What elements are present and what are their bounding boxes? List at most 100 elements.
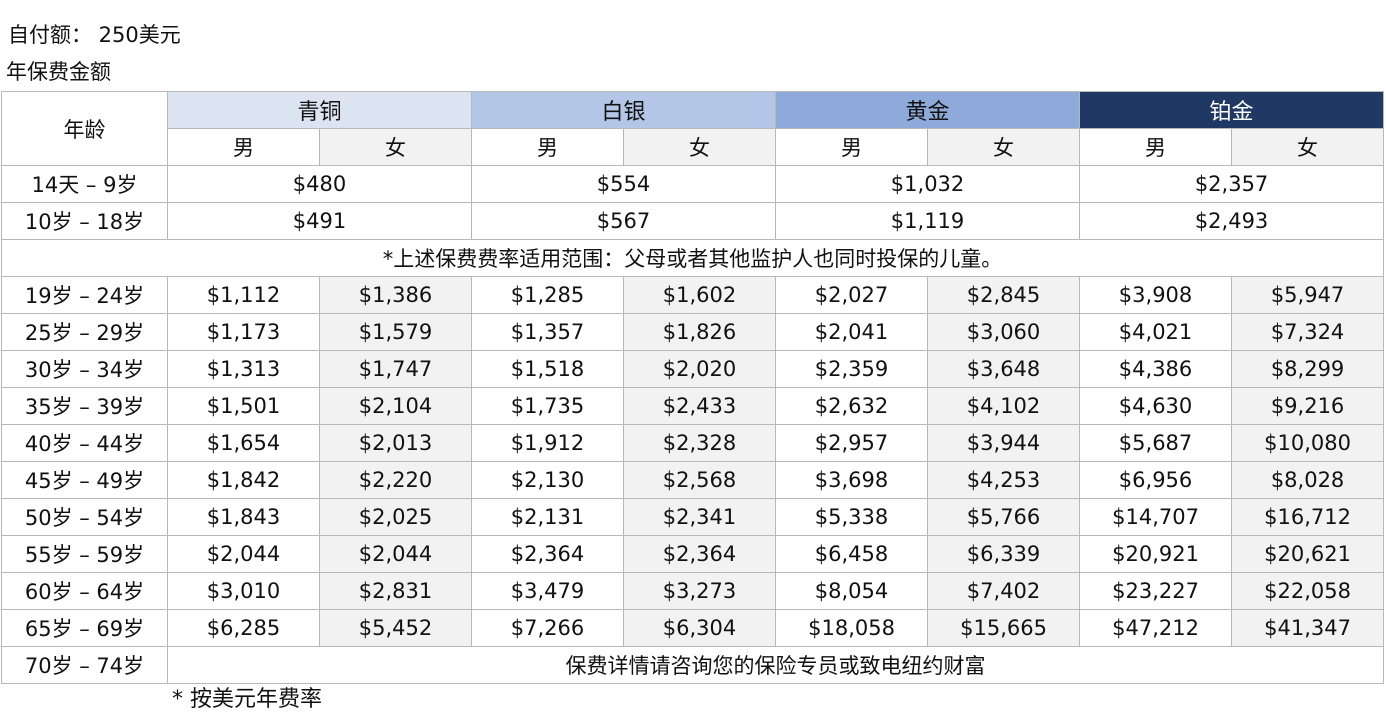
gender-header-male: 男 (167, 128, 320, 166)
rate-cell-male: $2,359 (775, 350, 929, 388)
rate-cell-male: $1,173 (167, 313, 320, 351)
footnote: * 按美元年费率 (172, 687, 322, 712)
rate-cell-male: $3,698 (775, 461, 929, 499)
rate-cell-female: $4,253 (927, 461, 1081, 499)
rate-cell-female: $2,044 (318, 535, 473, 573)
rate-cell-male: $1,842 (167, 461, 320, 499)
tier-header-silver: 白银 (471, 91, 777, 129)
rate-cell-male: $3,010 (167, 572, 320, 610)
premium-table: 年龄 青铜 白银 黄金 铂金 男 女 男 女 男 女 男 女 14天 – 9岁 $… (0, 91, 1385, 684)
rate-cell: $2,493 (1079, 202, 1385, 240)
rate-cell-male: $1,285 (471, 276, 625, 314)
rate-cell-male: $2,027 (775, 276, 929, 314)
age-cell: 60岁 – 64岁 (1, 572, 168, 610)
rate-cell-male: $4,630 (1079, 387, 1233, 425)
rate-cell-male: $2,632 (775, 387, 929, 425)
rate-cell-male: $2,957 (775, 424, 929, 462)
gender-header-row: 男 女 男 女 男 女 男 女 (2, 128, 1385, 166)
rate-cell-female: $3,944 (927, 424, 1081, 462)
table-row: 50岁 – 54岁 $1,843 $2,025 $2,131 $2,341 $5,338 $… (1, 498, 1385, 536)
rate-cell-male: $2,044 (167, 535, 320, 573)
rate-cell-male: $6,458 (775, 535, 929, 573)
rate-cell-female: $5,947 (1231, 276, 1385, 314)
table-row: 25岁 – 29岁 $1,173 $1,579 $1,357 $1,826 $2,041 $… (1, 313, 1385, 351)
table-row: 30岁 – 34岁 $1,313 $1,747 $1,518 $2,020 $2,359 $… (1, 350, 1385, 388)
rate-cell-female: $3,648 (927, 350, 1081, 388)
table-row: 55岁 – 59岁 $2,044 $2,044 $2,364 $2,364 $6,458 $… (1, 535, 1385, 573)
gender-header-male: 男 (1079, 128, 1233, 166)
rate-cell-male: $18,058 (775, 609, 929, 647)
age-cell: 10岁 – 18岁 (1, 202, 168, 240)
rate-cell-female: $3,273 (623, 572, 777, 610)
rate-cell-female: $7,402 (927, 572, 1081, 610)
rate-cell-male: $2,130 (471, 461, 625, 499)
rate-cell-male: $47,212 (1079, 609, 1233, 647)
rate-cell-female: $2,341 (623, 498, 777, 536)
rate-cell-male: $2,364 (471, 535, 625, 573)
age-cell: 25岁 – 29岁 (1, 313, 168, 351)
rate-cell-male: $3,479 (471, 572, 625, 610)
table-row: 35岁 – 39岁 $1,501 $2,104 $1,735 $2,433 $2,632 $… (1, 387, 1385, 425)
rate-cell-male: $1,912 (471, 424, 625, 462)
gender-header-male: 男 (775, 128, 929, 166)
rate-cell-female: $5,766 (927, 498, 1081, 536)
rate-cell-male: $1,357 (471, 313, 625, 351)
rate-cell-female: $2,220 (318, 461, 473, 499)
rate-cell-male: $1,501 (167, 387, 320, 425)
rate-cell-female: $3,060 (927, 313, 1081, 351)
age-cell: 50岁 – 54岁 (1, 498, 168, 536)
rate-cell-female: $2,845 (927, 276, 1081, 314)
rate-cell-female: $20,621 (1231, 535, 1385, 573)
rate-cell-male: $2,131 (471, 498, 625, 536)
rate-cell-female: $2,831 (318, 572, 473, 610)
table-row: 45岁 – 49岁 $1,842 $2,220 $2,130 $2,568 $3,698 $… (1, 461, 1385, 499)
age-cell: 70岁 – 74岁 (1, 646, 168, 684)
rate-cell: $1,032 (775, 165, 1081, 203)
age-column-header: 年龄 (1, 91, 168, 166)
table-row: 60岁 – 64岁 $3,010 $2,831 $3,479 $3,273 $8,054 $… (1, 572, 1385, 610)
table-row: 65岁 – 69岁 $6,285 $5,452 $7,266 $6,304 $18,058… (1, 609, 1385, 647)
tier-header-platinum: 铂金 (1079, 91, 1385, 129)
gender-header-female: 女 (318, 128, 473, 166)
rate-cell-female: $1,386 (318, 276, 473, 314)
table-row: 10岁 – 18岁 $491 $567 $1,119 $2,493 (1, 202, 1385, 240)
rate-cell-female: $22,058 (1231, 572, 1385, 610)
age-cell: 14天 – 9岁 (1, 165, 168, 203)
rate-cell-male: $1,112 (167, 276, 320, 314)
rate-cell-female: $1,579 (318, 313, 473, 351)
deductible-label: 自付额： 250美元 (8, 23, 181, 47)
rate-cell-female: $9,216 (1231, 387, 1385, 425)
tier-header-bronze: 青铜 (166, 91, 473, 129)
rate-cell-female: $2,433 (623, 387, 777, 425)
rate-cell: $2,357 (1079, 165, 1385, 203)
gender-header-female: 女 (927, 128, 1081, 166)
rate-cell: $554 (471, 165, 777, 203)
rate-cell-male: $1,843 (167, 498, 320, 536)
rate-cell-female: $2,364 (623, 535, 777, 573)
gender-header-female: 女 (1231, 128, 1385, 166)
rate-cell-female: $7,324 (1231, 313, 1385, 351)
rate-cell-male: $4,021 (1079, 313, 1233, 351)
child-note: *上述保费费率适用范围：父母或者其他监护人也同时投保的儿童。 (0, 239, 1385, 277)
table-body: 14天 – 9岁 $480 $554 $1,032 $2,357 10岁 – 18岁 $49… (0, 165, 1385, 684)
age-cell: 45岁 – 49岁 (1, 461, 168, 499)
rate-cell-female: $10,080 (1231, 424, 1385, 462)
age-cell: 65岁 – 69岁 (1, 609, 168, 647)
rate-cell-male: $14,707 (1079, 498, 1233, 536)
rate-cell-male: $1,518 (471, 350, 625, 388)
table-row: 40岁 – 44岁 $1,654 $2,013 $1,912 $2,328 $2,957 $… (1, 424, 1385, 462)
rate-cell-female: $1,826 (623, 313, 777, 351)
table-row: 19岁 – 24岁 $1,112 $1,386 $1,285 $1,602 $2,027 $… (1, 276, 1385, 314)
age-cell: 30岁 – 34岁 (1, 350, 168, 388)
table-row: 14天 – 9岁 $480 $554 $1,032 $2,357 (1, 165, 1385, 203)
rate-cell: $567 (471, 202, 777, 240)
tier-header-gold: 黄金 (775, 91, 1081, 129)
gender-header-male: 男 (471, 128, 625, 166)
age-cell: 19岁 – 24岁 (1, 276, 168, 314)
rate-cell-male: $1,735 (471, 387, 625, 425)
rate-cell-male: $8,054 (775, 572, 929, 610)
rate-cell-male: $6,285 (167, 609, 320, 647)
rate-cell-female: $2,568 (623, 461, 777, 499)
rate-cell-male: $1,654 (167, 424, 320, 462)
rate-cell: $480 (166, 165, 473, 203)
